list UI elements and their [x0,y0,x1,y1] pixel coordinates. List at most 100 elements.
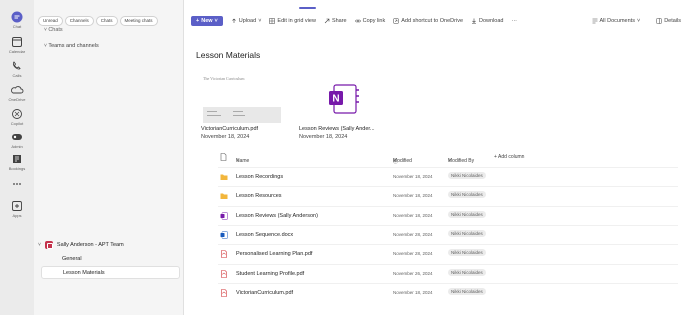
file-name[interactable]: Lesson Reviews (Sally Anderson) [236,213,318,219]
file-name[interactable]: Lesson Recordings [236,174,283,180]
file-name[interactable]: Personalised Learning Plan.pdf [236,251,312,257]
word-icon [220,231,228,239]
pdf-thumbnail[interactable]: The Victorian Curriculum [201,73,281,123]
document-library: + New ˅ Upload ˅ Edit in grid view Share… [185,0,685,315]
file-type-icon[interactable] [220,153,227,161]
filter-chats[interactable]: Chats [95,16,118,26]
modified-by-persona[interactable]: Nikki Nicolaides [448,287,486,295]
download-icon [472,18,477,24]
team-name: Sally Anderson - APT Team [56,242,124,248]
team-item[interactable]: ˅ Sally Anderson - APT Team [38,241,124,249]
file-name[interactable]: Lesson Sequence.docx [236,232,293,238]
modified-by-persona[interactable]: Nikki Nicolaides [448,268,486,276]
modified-date: November 26, 2024 [393,270,433,276]
channel-label: Lesson Materials [63,270,105,276]
library-title: Lesson Materials [196,50,261,60]
apps-icon [12,201,22,211]
share-label: Share [331,18,347,24]
more-icon [13,183,21,185]
add-column-button[interactable]: + Add column [494,154,524,160]
channel-lesson-materials[interactable]: Lesson Materials [41,266,180,279]
rail-item-admin[interactable]: Admin [0,131,34,153]
rail-item-copilot[interactable]: Copilot [0,108,34,130]
view-selector[interactable]: All Documents ˅ [592,18,640,24]
table-row[interactable]: Lesson Reviews (Sally Anderson) November … [218,205,678,225]
more-icon: ··· [511,18,517,24]
app-rail: Chat Calendar Calls OneDrive Copilot Adm… [0,0,34,315]
modified-by-persona[interactable]: Nikki Nicolaides [448,229,486,237]
file-name[interactable]: Lesson Resources [236,193,282,199]
table-row[interactable]: Student Learning Profile.pdf November 26,… [218,263,678,283]
modified-by-persona[interactable]: Nikki Nicolaides [448,191,486,199]
rail-item-calls[interactable]: Calls [0,60,34,82]
calendar-icon [12,37,22,47]
filter-meeting-chats[interactable]: Meeting chats [119,16,158,26]
channel-general[interactable]: General [62,256,82,262]
chevron-down-icon: ˅ [38,242,41,248]
thumbnail-text: The Victorian Curriculum [203,76,245,81]
onenote-icon [220,211,228,220]
upload-button[interactable]: Upload ˅ [231,18,262,24]
table-row[interactable]: Lesson Sequence.docx November 28, 2024 Nik… [218,224,678,244]
download-button[interactable]: Download [471,18,503,24]
plus-icon: + [196,18,200,24]
bookings-icon [13,155,21,163]
details-button[interactable]: Details [656,18,681,24]
rail-label: Admin [11,144,23,149]
share-button[interactable]: Share [324,18,347,24]
rail-item-calendar[interactable]: Calendar [0,36,34,58]
rail-label: Calls [12,73,22,78]
rail-item-chat[interactable]: Chat [0,11,34,33]
rail-label: Copilot [10,121,24,126]
modified-date: November 18, 2024 [393,289,433,295]
filter-channels[interactable]: Channels [64,16,94,26]
table-row[interactable]: Personalised Learning Plan.pdf November 2… [218,244,678,263]
view-label: All Documents [599,18,635,24]
shortcut-icon [393,18,399,24]
teams-header-label: Teams and channels [48,43,99,49]
onenote-icon[interactable]: N [326,80,364,118]
pdf-icon [221,269,227,278]
new-button[interactable]: + New ˅ [191,16,223,26]
share-icon [324,18,330,24]
filter-unread[interactable]: Unread [38,16,63,26]
modified-by-header-label: Modified By [448,158,475,164]
list-view-icon [592,18,597,24]
modified-by-persona[interactable]: Nikki Nicolaides [448,210,486,218]
rail-item-bookings[interactable]: Bookings [0,153,34,175]
grid-view-button[interactable]: Edit in grid view [269,18,316,24]
pdf-icon [221,288,227,297]
table-row[interactable]: VictorianCurriculum.pdf November 18, 2024… [218,282,678,302]
modified-by-persona[interactable]: Nikki Nicolaides [448,249,486,257]
teams-section-header[interactable]: ˅ Teams and channels [44,43,99,49]
chevron-down-icon: ˅ [214,18,218,24]
file-name[interactable]: Student Learning Profile.pdf [236,271,304,277]
chats-header-label: Chats [48,27,63,33]
team-avatar-icon [44,241,53,249]
file-name[interactable]: VictorianCurriculum.pdf [236,290,293,296]
modified-date: November 18, 2024 [393,193,433,199]
card-date: November 18, 2024 [299,134,348,140]
rail-item-onedrive[interactable]: OneDrive [0,84,34,106]
modified-date: November 28, 2024 [393,251,433,257]
card-name[interactable]: VictorianCurriculum.pdf [201,126,258,132]
rail-item-more[interactable] [0,178,34,200]
copy-link-button[interactable]: Copy link [354,18,386,24]
onedrive-icon [11,86,24,94]
add-shortcut-button[interactable]: Add shortcut to OneDrive [393,18,463,24]
chevron-down-icon: ˅ [393,158,396,164]
copy-link-label: Copy link [362,18,386,24]
chats-section-header[interactable]: ˅ Chats [44,27,63,33]
table-row[interactable]: Lesson Recordings November 18, 2024 Nikki … [218,167,678,186]
chevron-down-icon: ˅ [448,158,451,164]
card-name[interactable]: Lesson Reviews (Sally Ander... [299,126,375,132]
rail-item-apps[interactable]: Apps [0,200,34,222]
chevron-down-icon: ˅ [258,18,262,24]
more-options-button[interactable]: ··· [511,18,517,24]
chat-icon [11,11,23,23]
rail-label: Apps [12,213,22,218]
modified-by-persona[interactable]: Nikki Nicolaides [448,172,486,179]
calls-icon [12,61,21,70]
card-date: November 18, 2024 [201,134,250,140]
table-row[interactable]: Lesson Resources November 18, 2024 Nikki N… [218,186,678,205]
